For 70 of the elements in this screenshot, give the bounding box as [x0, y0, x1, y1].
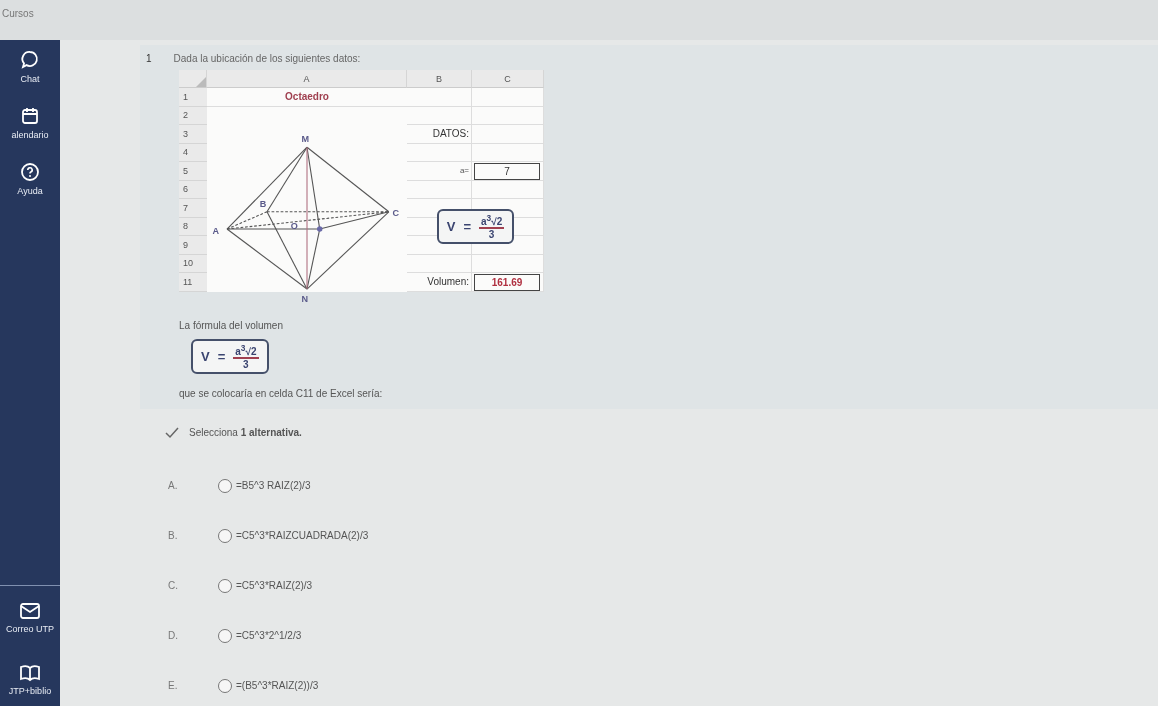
- column-header: C: [472, 70, 544, 88]
- sheet-title: Octaedro: [207, 88, 407, 107]
- sidebar-item[interactable]: JTP+biblio: [0, 664, 60, 696]
- volume-label: Volumen:: [407, 273, 472, 292]
- instruction-text: Selecciona 1 alternativa.: [189, 427, 302, 439]
- row-header: 11: [179, 273, 207, 292]
- sheet-cell: [472, 180, 544, 199]
- a-value: 7: [474, 163, 540, 180]
- sheet-cell: [472, 273, 544, 292]
- row-header: 7: [179, 199, 207, 218]
- sheet-cell: [407, 88, 472, 107]
- question-prompt: que se colocaría en celda C11 de Excel sería:: [179, 387, 384, 399]
- row-header: 1: [179, 88, 207, 107]
- option-letter: D.: [168, 630, 179, 642]
- formula-variable: V: [201, 348, 210, 364]
- question-text: Dada la ubicación de los siguientes datos:: [173, 53, 361, 64]
- formula-caption: La fórmula del volumen: [179, 319, 284, 331]
- formula-denominator: 3: [243, 358, 249, 370]
- breadcrumb-text[interactable]: Cursos: [2, 8, 34, 19]
- question-number: 1: [146, 53, 152, 64]
- datos-label: DATOS:: [407, 125, 472, 144]
- radio-button[interactable]: [218, 628, 232, 643]
- option-letter: B.: [168, 530, 179, 542]
- option-letter: C.: [168, 580, 179, 592]
- column-header: B: [407, 70, 472, 88]
- row-header: 9: [179, 236, 207, 255]
- book-icon: [19, 664, 41, 682]
- octahedron-drawing: M A B C N O: [207, 106, 407, 312]
- sheet-cell: [472, 106, 544, 125]
- a-label: a=: [407, 162, 472, 181]
- radio-button[interactable]: [218, 478, 232, 493]
- radio-button[interactable]: [218, 678, 232, 693]
- sheet-cell: [407, 180, 472, 199]
- sidebar-item[interactable]: Ayuda: [0, 162, 60, 196]
- formula-denominator: 3: [488, 229, 495, 241]
- option-letter: E.: [168, 680, 179, 692]
- sidebar-item[interactable]: Correo UTP: [0, 602, 60, 634]
- option-text[interactable]: =C5^3*RAIZ(2)/3: [236, 580, 313, 592]
- row-header: 3: [179, 125, 207, 144]
- option-text[interactable]: =C5^3*2^1/2/3: [236, 630, 302, 642]
- row-header: 5: [179, 162, 207, 181]
- equals-sign: =: [463, 219, 471, 235]
- column-header: A: [207, 70, 407, 88]
- sheet-cell: [472, 88, 544, 107]
- chat-icon: [20, 50, 40, 70]
- formula-numerator: a$^{3}$√2: [479, 213, 505, 230]
- sheet-cell: [407, 106, 472, 125]
- volume-value: 161.69: [474, 274, 540, 291]
- option-text[interactable]: =C5^3*RAIZCUADRADA(2)/3: [236, 530, 369, 542]
- corner-triangle-icon: [196, 77, 206, 87]
- sheet-cell: [472, 254, 544, 273]
- formula-variable: V: [446, 219, 456, 235]
- sheet-cell: [472, 125, 544, 144]
- option-text[interactable]: =(B5^3*RAIZ(2))/3: [236, 680, 319, 692]
- sheet-cell: [472, 162, 544, 181]
- radio-button[interactable]: [218, 528, 232, 543]
- option-text[interactable]: =B5^3 RAIZ(2)/3: [236, 480, 311, 492]
- check-icon: [165, 426, 179, 439]
- equals-sign: =: [217, 348, 226, 364]
- sheet-cell: [407, 254, 472, 273]
- sidebar-item[interactable]: Chat: [0, 50, 60, 84]
- calendar-icon: [20, 106, 40, 126]
- option-letter: A.: [168, 480, 179, 492]
- help-icon: [20, 162, 40, 182]
- sidebar-item[interactable]: alendario: [0, 106, 60, 140]
- radio-button[interactable]: [218, 578, 232, 593]
- sheet-cell: [472, 143, 544, 162]
- formula-numerator: a$^{3}$√2: [233, 342, 259, 359]
- mail-icon: [19, 602, 41, 620]
- sheet-cell: [407, 143, 472, 162]
